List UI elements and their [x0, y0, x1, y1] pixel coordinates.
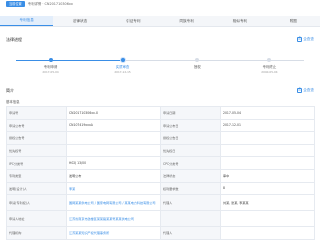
table-row: 专利类型 发明公布 法律状态 审中	[6, 168, 315, 183]
progress-share-label: 企查查	[303, 36, 314, 41]
field-value	[66, 131, 161, 145]
breadcrumb-path[interactable]: 专利详情 · CN201710306xx	[28, 1, 73, 6]
step-label: 专利终止	[262, 65, 277, 69]
step-date: 2017-12-15	[114, 70, 131, 74]
step-dot	[267, 58, 272, 62]
agency-link[interactable]: 江苏某某知识产权代理事务所	[66, 226, 161, 240]
detail-section-title: 简介	[6, 88, 14, 93]
breadcrumb: 当前位置 专利详情 · CN201710306xx	[6, 0, 73, 7]
field-label: 授权公告日	[160, 131, 221, 145]
table-row: 发明(设计)人 李某 权利要求数 8	[6, 181, 315, 196]
step-dot	[195, 58, 200, 62]
step-date: 2040-05-04	[261, 70, 278, 74]
table-row: 申请公布号 CN107419xxxA 申请公布日 2017-12-01	[6, 118, 315, 133]
field-label: 法律状态	[160, 168, 221, 183]
field-label: 优先权号	[6, 143, 67, 158]
field-value	[220, 143, 315, 158]
field-value: CN107419xxxA	[66, 118, 161, 133]
step-label: 实质审查	[115, 65, 130, 69]
tab-similar[interactable]: 相似专利	[213, 16, 266, 26]
step-label: 授权	[194, 65, 201, 69]
step-dot	[120, 58, 125, 62]
field-value: 发明公布	[66, 168, 161, 183]
field-value: 审中	[220, 168, 315, 183]
field-label: CPC分类号	[160, 156, 221, 170]
qichacha-logo-icon: 企	[297, 36, 303, 42]
step-termination: 专利终止 2040-05-04	[239, 58, 299, 74]
table-row: 申请号 CN201710306xx.X 申请日期 2017-05-04	[6, 106, 315, 120]
field-label: 代理机构	[6, 226, 67, 240]
tab-drawings[interactable]: 附图	[267, 16, 320, 26]
tab-patent-info[interactable]: 专利信息	[0, 16, 54, 26]
table-row: 申请人地址 江苏省南京市鼓楼区某某路某某号某某供电公司	[6, 210, 315, 228]
detail-share-label: 企查查	[303, 87, 314, 92]
breadcrumb-tag: 当前位置	[6, 0, 25, 7]
field-label: 申请号	[6, 106, 67, 120]
field-label: 申请公布号	[6, 118, 67, 133]
step-dot	[48, 58, 53, 62]
table-row: IPC分类号 H02J 13/00 CPC分类号	[6, 156, 315, 170]
field-label: 发明(设计)人	[6, 181, 67, 196]
field-label: 申请人地址	[6, 210, 67, 228]
applicant-links[interactable]: 国网某某供电公司 / 国家电网有限公司 / 某某电力科技有限公司	[66, 194, 161, 212]
table-row: 代理机构 江苏某某知识产权代理事务所 代理人	[6, 226, 315, 240]
legal-progress-timeline: 专利申请 2017-05-04 实质审查 2017-12-15 授权 专利终止 …	[16, 51, 304, 74]
field-label: 申请日期	[160, 106, 221, 120]
field-label: 授权公告号	[6, 131, 67, 145]
tab-legal-status[interactable]: 法律状态	[53, 16, 106, 26]
tab-citations[interactable]: 引证专利	[107, 16, 160, 26]
detail-tabs: 专利信息 法律状态 引证专利 同族专利 相似专利 附图	[0, 16, 320, 27]
field-value: 2017-05-04	[220, 106, 315, 120]
field-value	[220, 226, 315, 240]
field-label: 权利要求数	[160, 181, 221, 196]
field-value	[220, 156, 315, 170]
inventor-link[interactable]: 李某	[66, 181, 161, 196]
progress-section-title: 法律进程	[6, 37, 22, 42]
address-link[interactable]: 江苏省南京市鼓楼区某某路某某号某某供电公司	[66, 210, 161, 228]
field-value: H02J 13/00	[66, 156, 161, 170]
field-label: 专利类型	[6, 168, 67, 183]
field-value: 8	[220, 181, 315, 196]
step-application: 专利申请 2017-05-04	[21, 58, 81, 74]
step-examination: 实质审查 2017-12-15	[93, 58, 153, 74]
field-label: IPC分类号	[6, 156, 67, 170]
field-label: 代理人	[160, 194, 221, 212]
field-label	[160, 210, 221, 228]
qichacha-logo-icon: 企	[297, 87, 303, 93]
field-value: 刘某, 张某, 李某某	[220, 194, 315, 212]
field-value	[220, 131, 315, 145]
field-label: 优先权日	[160, 143, 221, 158]
table-row: 优先权号 优先权日	[6, 143, 315, 158]
progress-share-button[interactable]: 企 企查查	[297, 36, 314, 42]
field-label: 申请(专利权)人	[6, 194, 67, 212]
step-grant: 授权	[167, 58, 227, 70]
field-value: CN201710306xx.X	[66, 106, 161, 120]
tab-family[interactable]: 同族专利	[160, 16, 213, 26]
field-value	[66, 143, 161, 158]
patent-info-table: 申请号 CN201710306xx.X 申请日期 2017-05-04 申请公布…	[6, 106, 315, 240]
step-label: 专利申请	[43, 65, 58, 69]
table-row: 授权公告号 授权公告日	[6, 131, 315, 145]
field-label: 申请公布日	[160, 118, 221, 133]
field-value: 2017-12-01	[220, 118, 315, 133]
basic-info-subhead: 基本信息	[6, 100, 20, 104]
table-row: 申请(专利权)人 国网某某供电公司 / 国家电网有限公司 / 某某电力科技有限公…	[6, 194, 315, 212]
detail-share-button[interactable]: 企 企查查	[297, 87, 314, 93]
field-value	[220, 210, 315, 228]
step-date: 2017-05-04	[42, 70, 59, 74]
field-label: 代理人	[160, 226, 221, 240]
